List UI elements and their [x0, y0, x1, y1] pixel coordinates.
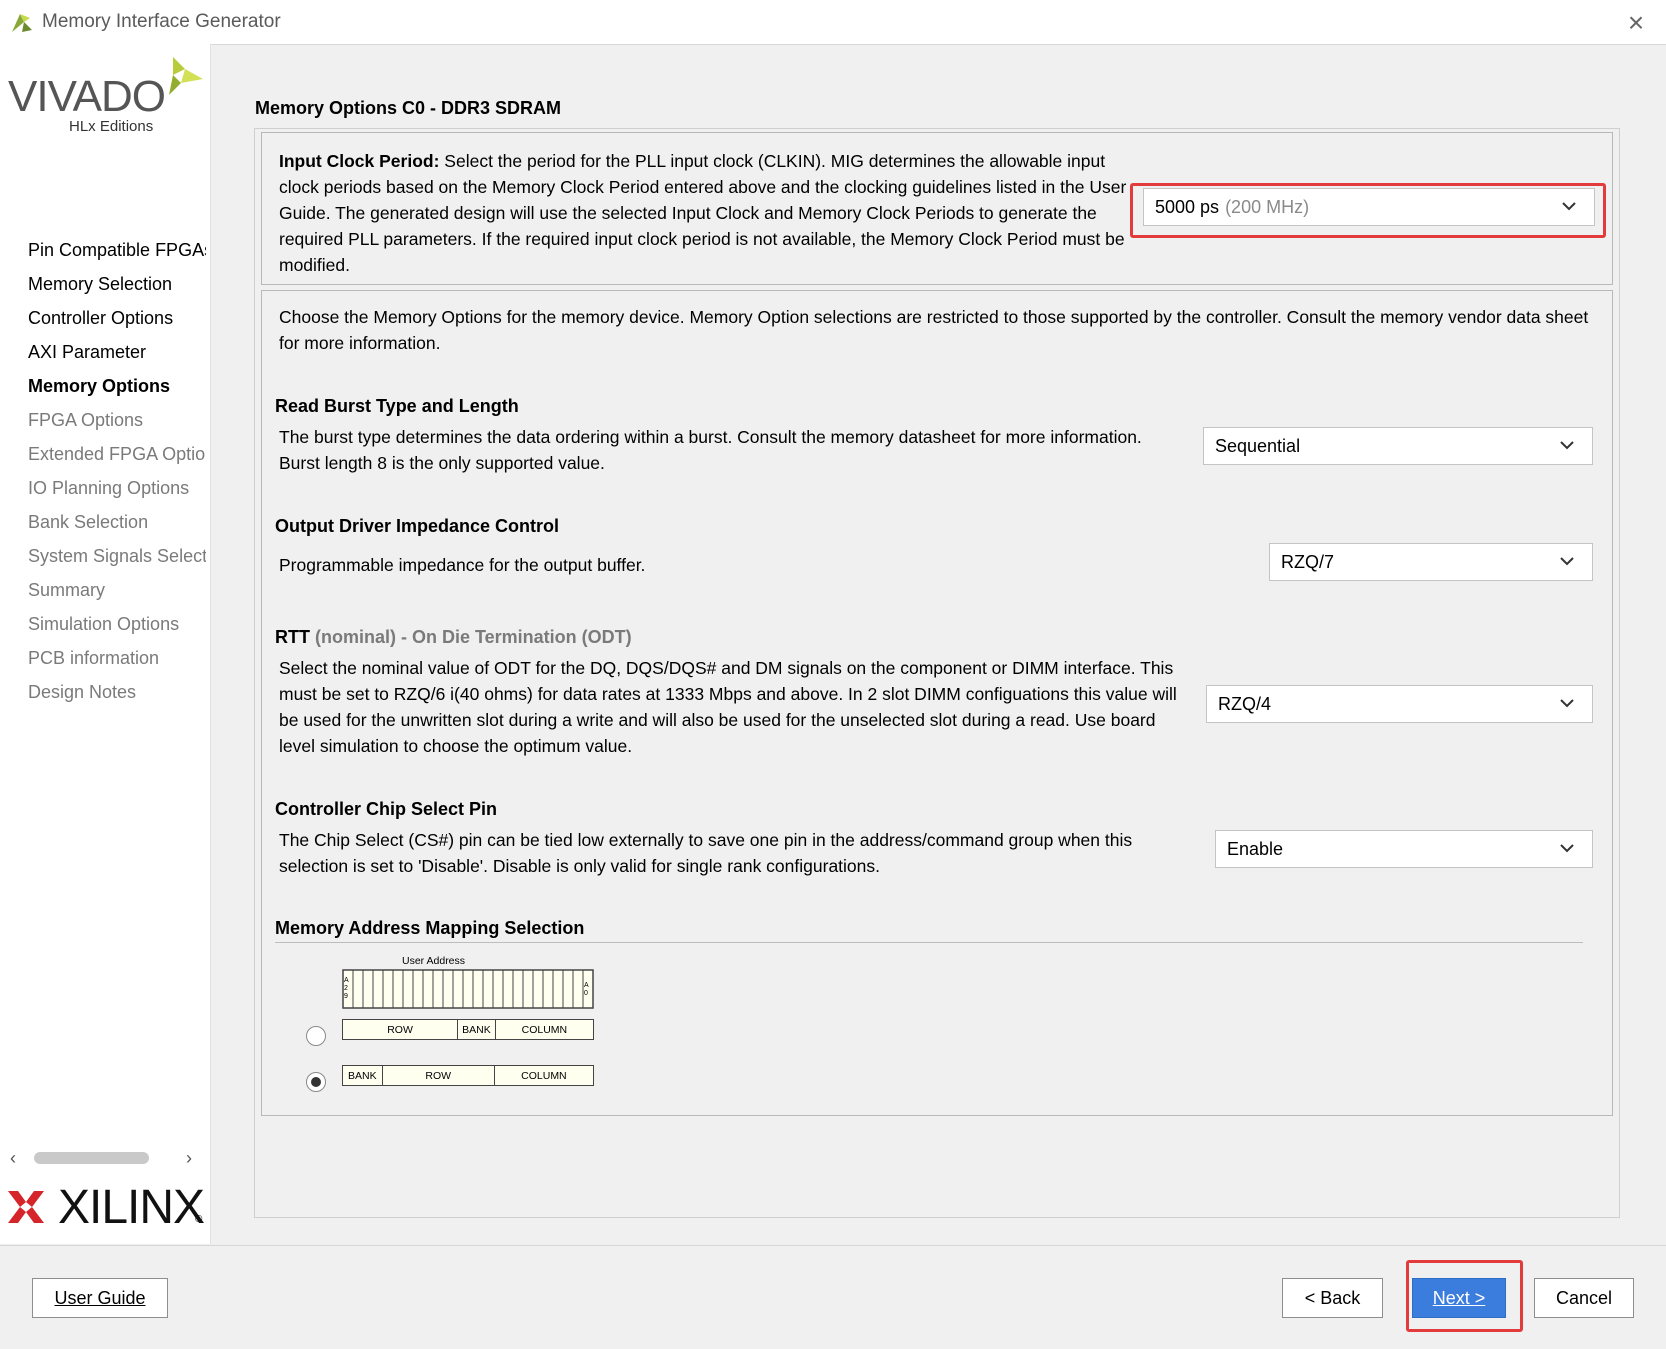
output-driver-value: RZQ/7 — [1281, 551, 1335, 572]
window-title: Memory Interface Generator — [42, 11, 281, 32]
rtt-heading-main: RTT — [275, 627, 310, 647]
vivado-app-icon — [12, 14, 32, 32]
output-driver-description: Programmable impedance for the output bu… — [279, 555, 646, 575]
sidebar-step-simulation-options: Simulation Options — [28, 614, 180, 634]
scroll-left-icon[interactable]: ‹ — [10, 1148, 16, 1169]
chevron-down-icon — [1560, 557, 1574, 566]
sidebar-step-fpga-options: FPGA Options — [28, 410, 144, 430]
sidebar-scrollbar-thumb[interactable] — [34, 1152, 149, 1164]
page-title: Memory Options C0 - DDR3 SDRAM — [255, 98, 562, 118]
sidebar-step-extended-fpga-options: Extended FPGA Options — [28, 444, 206, 464]
sidebar-step-summary: Summary — [28, 580, 106, 600]
highlight-next-button — [1406, 1260, 1523, 1332]
output-driver-select[interactable]: RZQ/7 — [1269, 543, 1593, 581]
mapping-option-1-diagram: ROW BANK COLUMN — [342, 1019, 594, 1040]
sidebar-step-controller-options[interactable]: Controller Options — [28, 308, 206, 329]
cancel-button[interactable]: Cancel — [1534, 1278, 1634, 1318]
input-clock-label: Input Clock Period: — [279, 151, 440, 171]
segment-bank: BANK — [343, 1066, 383, 1085]
user-guide-button[interactable]: User Guide — [32, 1278, 168, 1318]
read-burst-value: Sequential — [1215, 435, 1301, 456]
chip-select-select[interactable]: Enable — [1215, 830, 1593, 868]
vivado-logo: VIVADO — [8, 72, 166, 121]
back-button[interactable]: < Back — [1282, 1278, 1383, 1318]
rtt-select[interactable]: RZQ/4 — [1206, 685, 1593, 723]
user-address-bits-diagram — [342, 969, 594, 1009]
rtt-heading-rest: (nominal) - On Die Termination (ODT) — [310, 627, 632, 647]
chip-select-value: Enable — [1227, 838, 1284, 859]
user-address-label: User Address — [402, 955, 466, 967]
scroll-right-icon[interactable]: › — [186, 1148, 192, 1169]
back-label: < Back — [1304, 1287, 1361, 1308]
close-icon[interactable]: × — [1620, 7, 1652, 38]
chevron-down-icon — [1560, 844, 1574, 853]
sidebar-step-system-signals: System Signals Selection — [28, 546, 206, 566]
segment-row: ROW — [343, 1020, 459, 1039]
address-mapping-heading: Memory Address Mapping Selection — [275, 918, 585, 938]
chevron-down-icon — [1560, 441, 1574, 450]
segment-row: ROW — [383, 1066, 495, 1085]
rtt-description: Select the nominal value of ODT for the … — [279, 658, 1177, 756]
lsb-bit-label: A0 — [584, 982, 589, 997]
address-mapping-divider — [275, 942, 1583, 943]
sidebar-step-bank-selection: Bank Selection — [28, 512, 149, 532]
user-guide-label: User Guide — [54, 1287, 146, 1308]
chevron-down-icon — [1560, 699, 1574, 708]
sidebar-step-axi-parameter[interactable]: AXI Parameter — [28, 342, 206, 363]
xilinx-logo-icon — [8, 1191, 44, 1223]
segment-column: COLUMN — [521, 1023, 568, 1036]
footer-divider — [0, 1245, 1666, 1246]
sidebar — [0, 44, 211, 1244]
rtt-heading: RTT (nominal) - On Die Termination (ODT) — [275, 627, 632, 648]
rtt-value: RZQ/4 — [1218, 693, 1272, 714]
sidebar-step-pcb-information: PCB information — [28, 648, 160, 668]
segment-column: COLUMN — [521, 1069, 567, 1082]
highlight-clock-select — [1130, 183, 1606, 238]
msb-bit-label: A29 — [344, 977, 349, 1000]
xilinx-registered-mark: ® — [195, 1214, 203, 1225]
sidebar-step-io-planning: IO Planning Options — [28, 478, 190, 498]
read-burst-heading: Read Burst Type and Length — [275, 396, 519, 416]
mapping-option-bank-row-column-radio[interactable] — [306, 1072, 326, 1092]
read-burst-select[interactable]: Sequential — [1203, 427, 1593, 465]
sidebar-step-memory-selection[interactable]: Memory Selection — [28, 274, 206, 295]
sidebar-step-design-notes: Design Notes — [28, 682, 137, 702]
sidebar-step-memory-options[interactable]: Memory Options — [28, 376, 206, 397]
vivado-leaf-icon — [169, 57, 203, 95]
memory-options-intro: Choose the Memory Options for the memory… — [279, 307, 1589, 353]
mapping-option-row-bank-column-radio[interactable] — [306, 1026, 326, 1046]
sidebar-step-pin-compatible[interactable]: Pin Compatible FPGAs — [28, 240, 206, 261]
chip-select-description: The Chip Select (CS#) pin can be tied lo… — [279, 830, 1133, 876]
chip-select-heading: Controller Chip Select Pin — [275, 799, 498, 819]
read-burst-description: The burst type determines the data order… — [279, 427, 1142, 473]
output-driver-heading: Output Driver Impedance Control — [275, 516, 560, 536]
input-clock-description: Input Clock Period: Select the period fo… — [279, 148, 1139, 278]
vivado-edition: HLx Editions — [69, 118, 154, 135]
segment-bank: BANK — [458, 1020, 496, 1039]
mapping-option-2-diagram: BANK ROW COLUMN — [342, 1065, 594, 1086]
xilinx-logo: XILINX — [58, 1181, 205, 1234]
cancel-label: Cancel — [1555, 1287, 1613, 1308]
